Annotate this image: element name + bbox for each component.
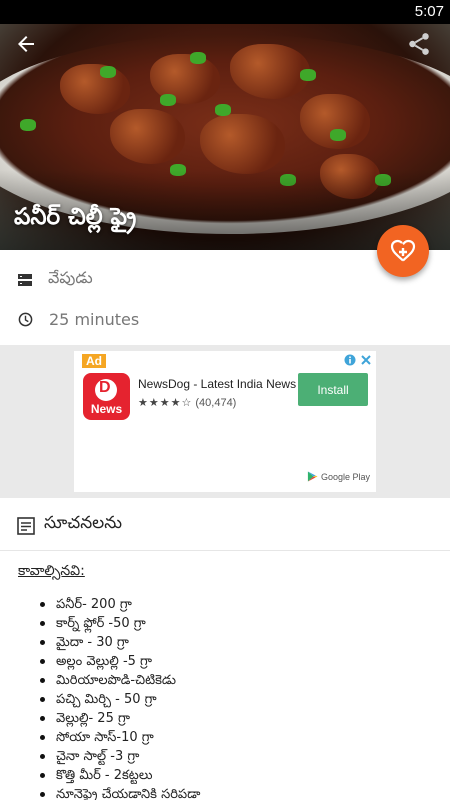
google-play-badge: Google Play (307, 471, 370, 482)
list-item: వెల్లుల్లి- 25 గ్రా (39, 709, 200, 728)
scallion-piece (160, 94, 176, 106)
scallion-piece (300, 69, 316, 81)
install-button[interactable]: Install (298, 373, 368, 406)
ad-app-name[interactable]: NewsDog - Latest India News (138, 377, 296, 391)
list-item: మైదా - 30 గ్రా (39, 633, 200, 652)
google-play-icon (307, 471, 318, 482)
list-icon (18, 273, 32, 286)
share-icon (409, 33, 429, 55)
status-time: 5:07 (414, 3, 444, 20)
back-button[interactable] (14, 32, 38, 56)
notes-icon (17, 517, 35, 535)
category-row: వేపుడు (18, 268, 93, 291)
ingredients-heading: కావాల్సినవి: (18, 563, 85, 579)
arrow-left-icon (18, 36, 34, 52)
scallion-piece (100, 66, 116, 78)
list-item: పనీర్- 200 గ్రా (39, 595, 200, 614)
list-item: చైనా సాల్ట్ -3 గ్రా (39, 747, 200, 766)
list-item: కొత్తి మీర్ - 2కట్టలు (39, 766, 200, 785)
scallion-piece (20, 119, 36, 131)
heart-plus-icon (390, 239, 416, 262)
close-icon[interactable] (360, 354, 372, 366)
instructions-section: సూచనలను కావాల్సినవి: పనీర్- 200 గ్రా కార… (0, 498, 450, 800)
instructions-title: సూచనలను (44, 513, 123, 533)
category-label: వేపుడు (48, 268, 93, 287)
app-icon-letter: D (99, 379, 111, 396)
info-icon[interactable] (344, 354, 356, 366)
ad-banner[interactable]: Ad D News NewsDog - Latest India News ★★… (74, 351, 376, 492)
star-rating-icon: ★★★★☆ (138, 397, 193, 409)
list-item: నూనెఫ్రై చేయడానికి సరిపడా (39, 785, 200, 800)
status-bar: 5:07 (0, 0, 450, 24)
cook-time-label: 25 minutes (49, 310, 140, 329)
scallion-piece (215, 104, 231, 116)
instructions-header: సూచనలను (0, 498, 450, 551)
recipe-title: పనీర్ చిల్లీ ఫ్రై (14, 204, 137, 230)
clock-icon (18, 312, 33, 327)
list-item: మిరియాలపొడి-చిటికెడు (39, 671, 200, 690)
scallion-piece (190, 52, 206, 64)
newsdog-app-icon[interactable]: D News (83, 373, 130, 420)
ad-badge: Ad (82, 354, 106, 368)
scallion-piece (330, 129, 346, 141)
rating-count: (40,474) (195, 397, 237, 409)
list-item: పచ్చి మిర్చి - 50 గ్రా (39, 690, 200, 709)
list-item: కార్న్ ఫ్లోర్ -50 గ్రా (39, 614, 200, 633)
time-row: 25 minutes (18, 310, 139, 329)
list-item: అల్లం వెల్లుల్లి -5 గ్రా (39, 652, 200, 671)
list-item: సోయా సాస్-10 గ్రా (39, 728, 200, 747)
ad-controls (344, 354, 372, 366)
google-play-label: Google Play (321, 471, 371, 482)
add-favorite-button[interactable] (377, 225, 429, 277)
share-button[interactable] (406, 31, 432, 57)
ingredients-list: పనీర్- 200 గ్రా కార్న్ ఫ్లోర్ -50 గ్రా మ… (39, 595, 200, 800)
ad-rating: ★★★★☆ (40,474) (138, 396, 236, 409)
app-icon-text: News (90, 402, 123, 416)
